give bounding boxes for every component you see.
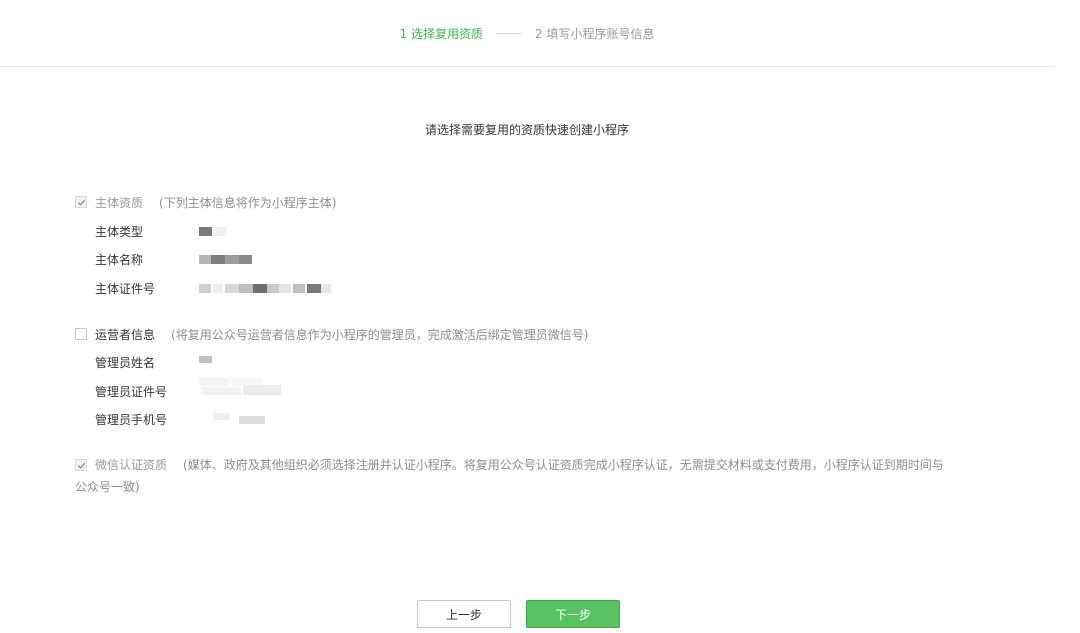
wechat-cert-section: 微信认证资质 (媒体、政府及其他组织必须选择注册并认证小程序。将复用公众号认证资…	[75, 457, 995, 499]
check-icon	[77, 462, 85, 469]
admin-name-row: 管理员姓名	[95, 354, 229, 370]
subject-name-value	[199, 252, 259, 266]
operator-section: 运营者信息 (将复用公众号运营者信息作为小程序的管理员，完成激活后绑定管理员微信…	[75, 326, 588, 342]
admin-phone-row: 管理员手机号	[95, 411, 289, 427]
wechat-cert-description: (媒体、政府及其他组织必须选择注册并认证小程序。将复用公众号认证资质完成小程序认…	[183, 458, 944, 472]
admin-phone-value	[199, 412, 289, 426]
wechat-cert-checkbox[interactable]	[75, 459, 87, 471]
subject-description: (下列主体信息将作为小程序主体)	[159, 195, 337, 210]
step-1-active: 1 选择复用资质	[399, 26, 483, 41]
check-icon	[77, 199, 85, 206]
admin-id-value	[199, 378, 289, 398]
step-divider	[496, 32, 522, 34]
prev-step-button[interactable]: 上一步	[417, 600, 511, 628]
subject-name-row: 主体名称	[95, 251, 259, 267]
subject-id-label: 主体证件号	[95, 281, 156, 296]
operator-checkbox[interactable]	[75, 328, 87, 340]
subject-id-value	[199, 281, 339, 295]
page-title: 请选择需要复用的资质快速创建小程序	[424, 123, 629, 137]
subject-checkbox[interactable]	[75, 196, 87, 208]
subject-type-row: 主体类型	[95, 223, 239, 239]
admin-name-label: 管理员姓名	[95, 355, 156, 370]
subject-id-row: 主体证件号	[95, 280, 339, 296]
wechat-cert-description-cont: 公众号一致)	[75, 480, 140, 494]
subject-section: 主体资质 (下列主体信息将作为小程序主体)	[75, 194, 336, 210]
admin-name-value	[199, 355, 229, 369]
wechat-cert-title: 微信认证资质	[95, 458, 168, 472]
next-step-button[interactable]: 下一步	[526, 600, 620, 628]
subject-title: 主体资质	[95, 195, 144, 210]
admin-phone-label: 管理员手机号	[95, 412, 168, 427]
step-2: 2 填写小程序账号信息	[535, 26, 655, 41]
subject-name-label: 主体名称	[95, 252, 144, 267]
subject-type-value	[199, 224, 239, 238]
admin-id-label: 管理员证件号	[95, 384, 168, 399]
subject-type-label: 主体类型	[95, 224, 144, 239]
operator-description: (将复用公众号运营者信息作为小程序的管理员，完成激活后绑定管理员微信号)	[171, 327, 589, 342]
admin-id-row: 管理员证件号	[95, 378, 289, 399]
step-indicator: 1 选择复用资质 2 填写小程序账号信息	[0, 0, 1054, 67]
operator-title: 运营者信息	[95, 327, 156, 342]
